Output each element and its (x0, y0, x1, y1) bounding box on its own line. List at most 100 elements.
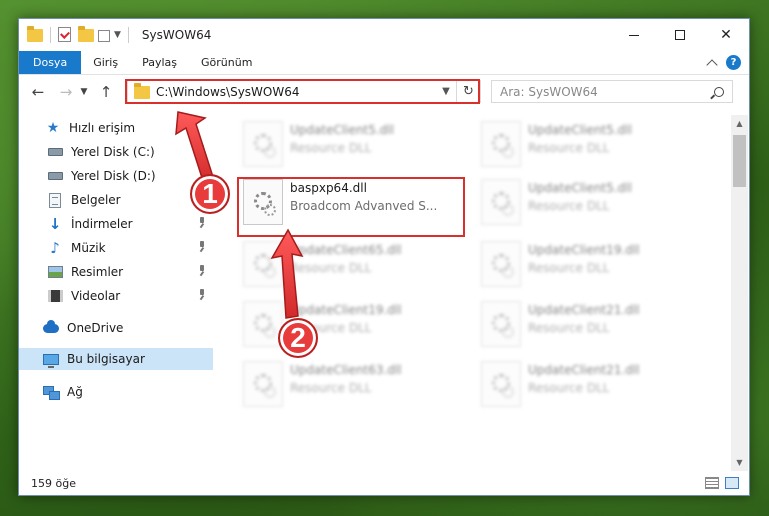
sidebar-item-label: Bu bilgisayar (67, 352, 145, 366)
computer-icon (43, 351, 59, 368)
pin-icon (195, 265, 207, 277)
videos-icon (47, 288, 63, 304)
file-name: UpdateClient5.dll (528, 123, 632, 137)
documents-icon (47, 192, 63, 208)
sidebar-item-label: Belgeler (71, 193, 121, 207)
up-button[interactable]: ↑ (95, 81, 117, 103)
file-tile[interactable]: UpdateClient63.dll Resource DLL (239, 359, 465, 411)
file-name: UpdateClient19.dll (528, 243, 640, 257)
recent-locations-button[interactable]: ▼ (77, 81, 91, 103)
tab-view[interactable]: Görünüm (189, 51, 264, 74)
toolbar-dropdown-icon[interactable]: ▼ (114, 30, 121, 40)
file-description: Resource DLL (290, 381, 372, 395)
sidebar-item-this-pc[interactable]: Bu bilgisayar (19, 348, 213, 370)
file-name: UpdateClient19.dll (290, 303, 402, 317)
scroll-down-icon[interactable]: ▼ (731, 454, 748, 471)
sidebar-item-downloads[interactable]: ↓ İndirmeler (19, 213, 213, 235)
sidebar-item-quick-access[interactable]: ★ Hızlı erişim (19, 117, 213, 139)
star-icon: ★ (46, 120, 60, 136)
properties-icon[interactable] (58, 27, 74, 43)
customize-toolbar-icon[interactable] (98, 30, 110, 42)
help-icon[interactable]: ? (726, 55, 741, 70)
divider (50, 27, 51, 43)
file-tile[interactable]: UpdateClient65.dll Resource DLL (239, 239, 465, 291)
sidebar-item-local-disk-d[interactable]: Yerel Disk (D:) (19, 165, 213, 187)
drive-icon (47, 144, 63, 160)
details-view-icon[interactable] (705, 477, 719, 489)
file-description: Resource DLL (528, 321, 610, 335)
up-arrow-icon: ↑ (99, 83, 113, 101)
file-tile[interactable]: UpdateClient21.dll Resource DLL (477, 359, 703, 411)
pin-icon (195, 217, 207, 229)
pictures-icon (47, 264, 63, 280)
download-icon: ↓ (48, 215, 62, 233)
dll-file-icon (243, 241, 283, 287)
sidebar-item-local-disk-c[interactable]: Yerel Disk (C:) (19, 141, 213, 163)
pin-icon (195, 289, 207, 301)
sidebar-item-label: Yerel Disk (D:) (71, 169, 156, 183)
file-tile[interactable]: UpdateClient5.dll Resource DLL (239, 119, 465, 171)
sidebar-item-label: Müzik (71, 241, 106, 255)
sidebar-item-documents[interactable]: Belgeler (19, 189, 213, 211)
back-button[interactable]: ← (27, 81, 49, 103)
item-count: 159 öğe (31, 476, 76, 490)
file-name: UpdateClient5.dll (528, 181, 632, 195)
sidebar-item-label: Videolar (71, 289, 121, 303)
dll-file-icon (481, 241, 521, 287)
pin-icon (195, 241, 207, 253)
dll-file-icon (243, 361, 283, 407)
file-name: UpdateClient63.dll (290, 363, 402, 377)
vertical-scrollbar[interactable]: ▲ ▼ (731, 115, 748, 471)
address-highlight-box (125, 79, 480, 104)
network-icon (43, 384, 60, 400)
file-description: Resource DLL (290, 261, 372, 275)
file-tile[interactable]: UpdateClient5.dll Resource DLL (477, 119, 703, 171)
minimize-icon (629, 34, 639, 36)
file-description: Resource DLL (528, 141, 610, 155)
minimize-button[interactable] (611, 19, 657, 51)
tab-home[interactable]: Giriş (81, 51, 130, 74)
search-icon[interactable] (714, 86, 724, 97)
dll-file-icon (243, 301, 283, 347)
expand-ribbon-icon[interactable] (706, 58, 718, 71)
file-tile[interactable]: UpdateClient19.dll Resource DLL (477, 239, 703, 291)
maximize-button[interactable] (657, 19, 703, 51)
tiles-view-icon[interactable] (725, 477, 739, 489)
step-marker-2: 2 (278, 318, 318, 358)
drive-icon (47, 168, 63, 184)
sidebar-item-label: Hızlı erişim (69, 121, 136, 135)
dll-file-icon (481, 179, 521, 225)
quick-access-toolbar: ▼ (19, 26, 132, 43)
file-tile[interactable]: UpdateClient5.dll Resource DLL (477, 177, 703, 229)
sidebar-item-label: Yerel Disk (C:) (71, 145, 155, 159)
search-input[interactable]: Ara: SysWOW64 (491, 80, 733, 103)
file-tile[interactable]: UpdateClient21.dll Resource DLL (477, 299, 703, 351)
sidebar-item-music[interactable]: ♪ Müzik (19, 237, 213, 259)
sidebar-item-videos[interactable]: Videolar (19, 285, 213, 307)
file-description: Resource DLL (528, 199, 610, 213)
sidebar-item-onedrive[interactable]: OneDrive (19, 317, 213, 339)
sidebar-item-network[interactable]: Ağ (19, 381, 213, 403)
sidebar-item-label: İndirmeler (71, 217, 133, 231)
title-bar: ▼ SysWOW64 ✕ (19, 19, 749, 51)
maximize-icon (675, 30, 685, 40)
sidebar-item-label: Resimler (71, 265, 124, 279)
scroll-up-icon[interactable]: ▲ (731, 115, 748, 132)
file-list: UpdateClient5.dll Resource DLL UpdateClie… (219, 115, 731, 471)
forward-button[interactable]: → (55, 81, 77, 103)
file-name: UpdateClient5.dll (290, 123, 394, 137)
scrollbar-thumb[interactable] (733, 135, 746, 187)
ribbon-tabs: Dosya Giriş Paylaş Görünüm ? (19, 51, 749, 75)
window-controls: ✕ (611, 19, 749, 51)
close-button[interactable]: ✕ (703, 19, 749, 51)
dll-file-icon (481, 121, 521, 167)
tab-file[interactable]: Dosya (19, 51, 82, 74)
dll-file-icon (243, 121, 283, 167)
file-tile[interactable]: UpdateClient19.dll Resource DLL (239, 299, 465, 351)
sidebar-item-pictures[interactable]: Resimler (19, 261, 213, 283)
file-description: Resource DLL (528, 381, 610, 395)
chevron-down-icon: ▼ (80, 87, 88, 97)
tab-share[interactable]: Paylaş (130, 51, 189, 74)
file-name: UpdateClient65.dll (290, 243, 402, 257)
new-folder-icon[interactable] (78, 26, 94, 43)
